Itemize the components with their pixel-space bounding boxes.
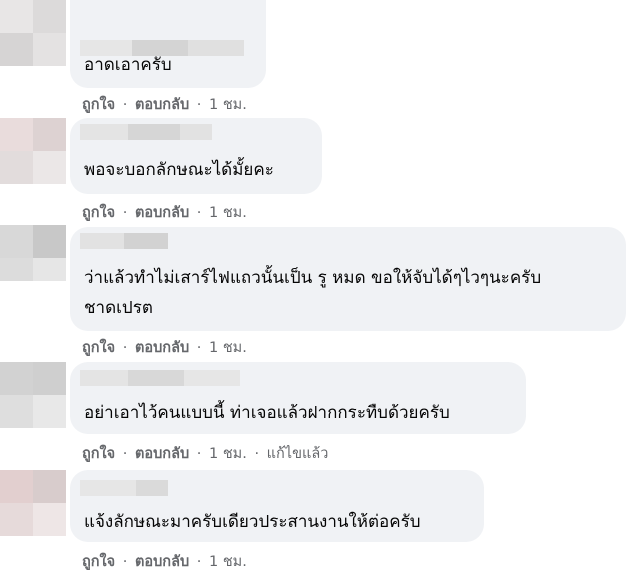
comment-text-line: ชาดเปรต (84, 298, 153, 318)
comment-text-line: แจ้งลักษณะมาครับเดียวประสานงานให้ต่อครับ (84, 512, 421, 532)
reply-button[interactable]: ตอบกลับ (135, 340, 189, 356)
comment-bubble: อย่าเอาไว้คนแบบนี้ ท่าเจอแล้วฝากกระทืบด้… (70, 362, 526, 434)
separator: · (122, 446, 128, 462)
like-button[interactable]: ถูกใจ (82, 205, 115, 221)
author-name-blurred[interactable] (80, 233, 168, 249)
separator: · (122, 340, 128, 356)
like-button[interactable]: ถูกใจ (82, 446, 115, 462)
reply-button[interactable]: ตอบกลับ (135, 554, 189, 570)
comment-actions: ถูกใจ · ตอบกลับ · 1 ชม. (82, 336, 247, 359)
avatar[interactable] (0, 470, 66, 542)
comment-text: อาดเอาครับ (84, 50, 172, 80)
comment-bubble: ว่าแล้วทำไม่เสาร์ไฟแถวนั้นเป็น รู หมด ขอ… (70, 227, 626, 331)
reply-button[interactable]: ตอบกลับ (135, 446, 189, 462)
separator: · (122, 554, 128, 570)
avatar[interactable] (0, 118, 66, 184)
author-name-blurred[interactable] (80, 124, 212, 140)
like-button[interactable]: ถูกใจ (82, 97, 115, 113)
timestamp[interactable]: 1 ชม. (209, 446, 247, 462)
comment-text-line: ว่าแล้วทำไม่เสาร์ไฟแถวนั้นเป็น รู หมด ขอ… (84, 268, 542, 288)
author-name-blurred[interactable] (80, 370, 240, 386)
like-button[interactable]: ถูกใจ (82, 554, 115, 570)
timestamp[interactable]: 1 ชม. (209, 97, 247, 113)
reply-button[interactable]: ตอบกลับ (135, 97, 189, 113)
separator: · (196, 97, 202, 113)
like-button[interactable]: ถูกใจ (82, 340, 115, 356)
comment-text-line: พอจะบอกลักษณะได้มั้ยคะ (84, 160, 274, 180)
timestamp[interactable]: 1 ชม. (209, 554, 247, 570)
comment-text: พอจะบอกลักษณะได้มั้ยคะ (84, 155, 274, 185)
author-name-blurred[interactable] (80, 480, 168, 496)
comment-text-line: อย่าเอาไว้คนแบบนี้ ท่าเจอแล้วฝากกระทืบด้… (84, 403, 450, 423)
avatar[interactable] (0, 225, 66, 281)
comment-text: ว่าแล้วทำไม่เสาร์ไฟแถวนั้นเป็น รู หมด ขอ… (84, 263, 541, 323)
separator: · (196, 205, 202, 221)
separator: · (122, 205, 128, 221)
comment-text-line: อาดเอาครับ (84, 55, 172, 75)
comment-actions: ถูกใจ · ตอบกลับ · 1 ชม. (82, 201, 247, 224)
separator: · (196, 554, 202, 570)
separator: · (196, 446, 202, 462)
comment-actions: ถูกใจ · ตอบกลับ · 1 ชม. (82, 550, 247, 573)
comment-actions: ถูกใจ · ตอบกลับ · 1 ชม. · แก้ไขแล้ว (82, 442, 328, 465)
separator: · (122, 97, 128, 113)
comment-text: แจ้งลักษณะมาครับเดียวประสานงานให้ต่อครับ (84, 507, 421, 537)
comment-bubble: พอจะบอกลักษณะได้มั้ยคะ (70, 118, 322, 194)
edited-label[interactable]: แก้ไขแล้ว (267, 446, 329, 462)
avatar[interactable] (0, 362, 66, 434)
comment-bubble: แจ้งลักษณะมาครับเดียวประสานงานให้ต่อครับ (70, 470, 484, 542)
timestamp[interactable]: 1 ชม. (209, 205, 247, 221)
separator: · (254, 446, 260, 462)
comment-text: อย่าเอาไว้คนแบบนี้ ท่าเจอแล้วฝากกระทืบด้… (84, 398, 450, 428)
avatar[interactable] (0, 0, 66, 66)
separator: · (196, 340, 202, 356)
reply-button[interactable]: ตอบกลับ (135, 205, 189, 221)
timestamp[interactable]: 1 ชม. (209, 340, 247, 356)
comment-actions: ถูกใจ · ตอบกลับ · 1 ชม. (82, 93, 247, 116)
comment-bubble: อาดเอาครับ (70, 0, 266, 88)
